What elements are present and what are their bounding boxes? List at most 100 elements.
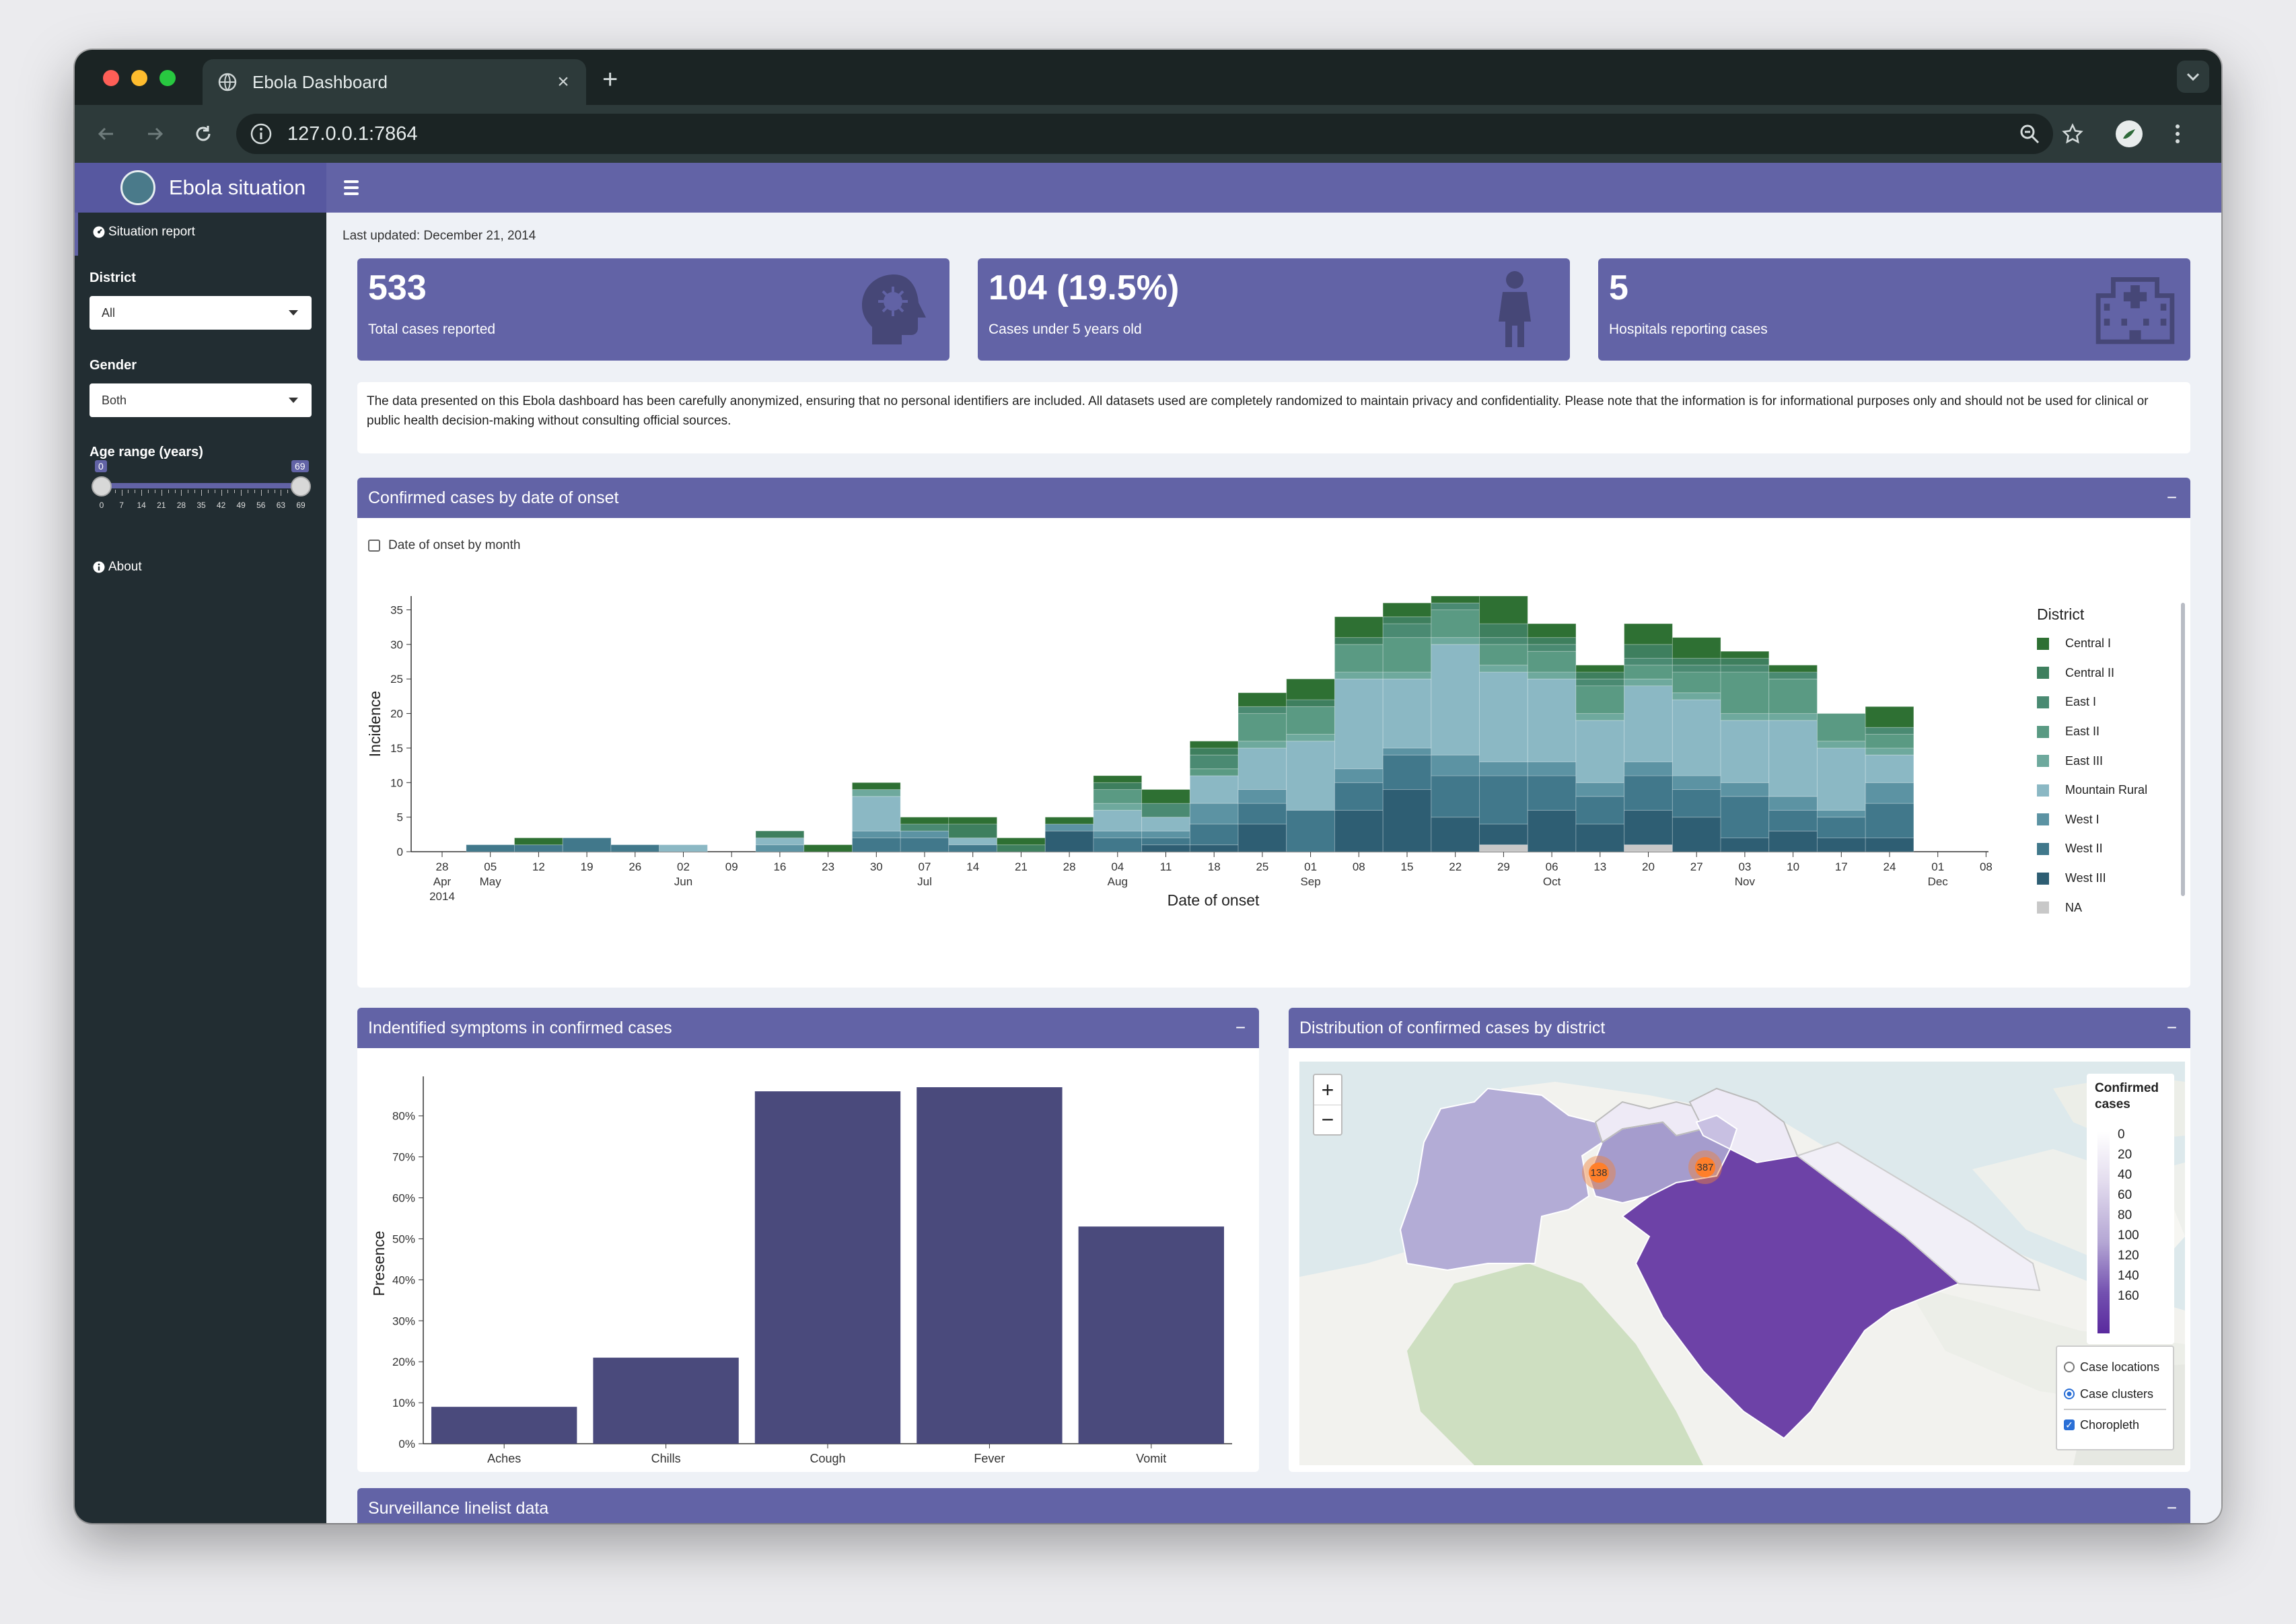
- symptom-bar[interactable]: [754, 1091, 901, 1444]
- epicurve-bar[interactable]: [1044, 817, 1094, 825]
- epicurve-bar[interactable]: [1479, 665, 1528, 673]
- epicurve-bar[interactable]: [1865, 747, 1914, 755]
- epicurve-bar[interactable]: [1479, 775, 1528, 825]
- epicurve-bar[interactable]: [1286, 741, 1335, 811]
- epicurve-bar[interactable]: [1334, 644, 1384, 673]
- epicurve-bar[interactable]: [1575, 678, 1625, 687]
- epicurve-bar[interactable]: [851, 830, 901, 838]
- epicurve-bar[interactable]: [1865, 727, 1914, 735]
- legend-item[interactable]: East III: [2037, 746, 2185, 776]
- epicurve-bar[interactable]: [1865, 733, 1914, 749]
- epicurve-bar[interactable]: [1093, 782, 1143, 790]
- epicurve-bar[interactable]: [1189, 803, 1239, 825]
- epicurve-bar[interactable]: [1141, 789, 1190, 804]
- epicurve-bar[interactable]: [1672, 789, 1721, 818]
- checkbox[interactable]: [368, 540, 380, 552]
- epicurve-bar[interactable]: [1044, 830, 1094, 852]
- epicurve-bar[interactable]: [1382, 747, 1432, 755]
- back-button[interactable]: [92, 120, 120, 148]
- epicurve-bar[interactable]: [1768, 796, 1818, 811]
- epicurve-bar[interactable]: [1672, 817, 1721, 852]
- epicurve-bar[interactable]: [1720, 782, 1770, 797]
- gender-select[interactable]: Both: [89, 383, 312, 417]
- epicurve-bar[interactable]: [466, 844, 515, 852]
- epicurve-bar[interactable]: [1479, 671, 1528, 762]
- epicurve-bar[interactable]: [1768, 665, 1818, 673]
- epicurve-bar[interactable]: [1575, 720, 1625, 783]
- new-tab-button[interactable]: +: [602, 65, 618, 95]
- browser-tab[interactable]: Ebola Dashboard ×: [203, 59, 586, 105]
- epicurve-bar[interactable]: [948, 844, 998, 852]
- epicurve-bar[interactable]: [1334, 809, 1384, 852]
- onset-by-month-toggle[interactable]: Date of onset by month: [368, 538, 520, 553]
- cluster-marker[interactable]: 387: [1695, 1157, 1715, 1177]
- epicurve-bar[interactable]: [900, 837, 949, 852]
- epicurve-bar[interactable]: [1575, 782, 1625, 797]
- epicurve-bar[interactable]: [1624, 761, 1673, 776]
- epicurve-bar[interactable]: [1575, 713, 1625, 721]
- epicurve-bar[interactable]: [1093, 775, 1143, 783]
- epicurve-bar[interactable]: [1431, 817, 1480, 852]
- epicurve-bar[interactable]: [1575, 686, 1625, 714]
- epicurve-bar[interactable]: [1334, 637, 1384, 645]
- epicurve-bar[interactable]: [1816, 837, 1866, 852]
- epicurve-bar[interactable]: [1431, 595, 1480, 603]
- epicurve-bar[interactable]: [1189, 741, 1239, 749]
- layer-case-locations[interactable]: Case locations: [2064, 1354, 2166, 1380]
- epicurve-bar[interactable]: [1672, 665, 1721, 673]
- epicurve-bar[interactable]: [997, 844, 1046, 852]
- legend-item[interactable]: Mountain Rural: [2037, 776, 2185, 805]
- epicurve-bar[interactable]: [1237, 741, 1287, 749]
- epicurve-bar[interactable]: [1479, 761, 1528, 776]
- legend-item[interactable]: West II: [2037, 834, 2185, 864]
- epicurve-bar[interactable]: [1865, 782, 1914, 804]
- epicurve-bar[interactable]: [1237, 789, 1287, 804]
- epicurve-bar[interactable]: [755, 837, 805, 846]
- checkbox-checked-icon[interactable]: ✓: [2064, 1419, 2075, 1430]
- epicurve-bar[interactable]: [803, 844, 853, 852]
- sidebar-item-situation-report[interactable]: Situation report: [92, 225, 195, 239]
- epicurve-bar[interactable]: [1479, 623, 1528, 638]
- epicurve-bar[interactable]: [1093, 837, 1143, 852]
- sidebar-toggle-icon[interactable]: [341, 178, 361, 198]
- legend-scrollbar[interactable]: [2181, 603, 2185, 896]
- epicurve-bar[interactable]: [1189, 754, 1239, 770]
- cluster-marker[interactable]: 138: [1589, 1162, 1609, 1183]
- tab-search-button[interactable]: [2177, 61, 2209, 93]
- epicurve-bar[interactable]: [1527, 678, 1577, 762]
- epicurve-bar[interactable]: [1093, 809, 1143, 832]
- epicurve-bar[interactable]: [1382, 754, 1432, 790]
- epicurve-bar[interactable]: [1237, 692, 1287, 707]
- legend-item[interactable]: East II: [2037, 717, 2185, 747]
- epicurve-bar[interactable]: [1237, 803, 1287, 825]
- epicurve-bar[interactable]: [1768, 671, 1818, 679]
- epicurve-bar[interactable]: [610, 844, 660, 852]
- epicurve-bar[interactable]: [1575, 796, 1625, 825]
- epicurve-bar[interactable]: [1624, 644, 1673, 659]
- epicurve-bar[interactable]: [1624, 686, 1673, 762]
- epicurve-bar[interactable]: [1189, 844, 1239, 852]
- epicurve-bar[interactable]: [1720, 651, 1770, 659]
- epicurve-bar[interactable]: [1624, 665, 1673, 679]
- epicurve-bar[interactable]: [1624, 657, 1673, 666]
- epicurve-bar[interactable]: [1286, 706, 1335, 735]
- epicurve-bar[interactable]: [1672, 775, 1721, 790]
- epicurve-bar[interactable]: [1334, 616, 1384, 638]
- epicurve-bar[interactable]: [1141, 830, 1190, 838]
- epicurve-bar[interactable]: [1334, 768, 1384, 783]
- epicurve-bar[interactable]: [1189, 768, 1239, 776]
- symptom-bar[interactable]: [593, 1358, 739, 1444]
- epicurve-bar[interactable]: [1816, 741, 1866, 749]
- epicurve-bar[interactable]: [514, 844, 563, 852]
- epicurve-bar[interactable]: [1382, 637, 1432, 673]
- reload-button[interactable]: [189, 120, 217, 148]
- collapse-button[interactable]: −: [2167, 487, 2177, 508]
- symptom-bar[interactable]: [917, 1087, 1063, 1444]
- epicurve-bar[interactable]: [1720, 837, 1770, 852]
- symptom-bar[interactable]: [1078, 1226, 1224, 1444]
- slider-track[interactable]: [102, 483, 301, 488]
- epicurve-bar[interactable]: [900, 817, 949, 825]
- collapse-button[interactable]: −: [2167, 1017, 2177, 1038]
- epicurve-bar[interactable]: [1189, 747, 1239, 755]
- epicurve-bar[interactable]: [1720, 720, 1770, 783]
